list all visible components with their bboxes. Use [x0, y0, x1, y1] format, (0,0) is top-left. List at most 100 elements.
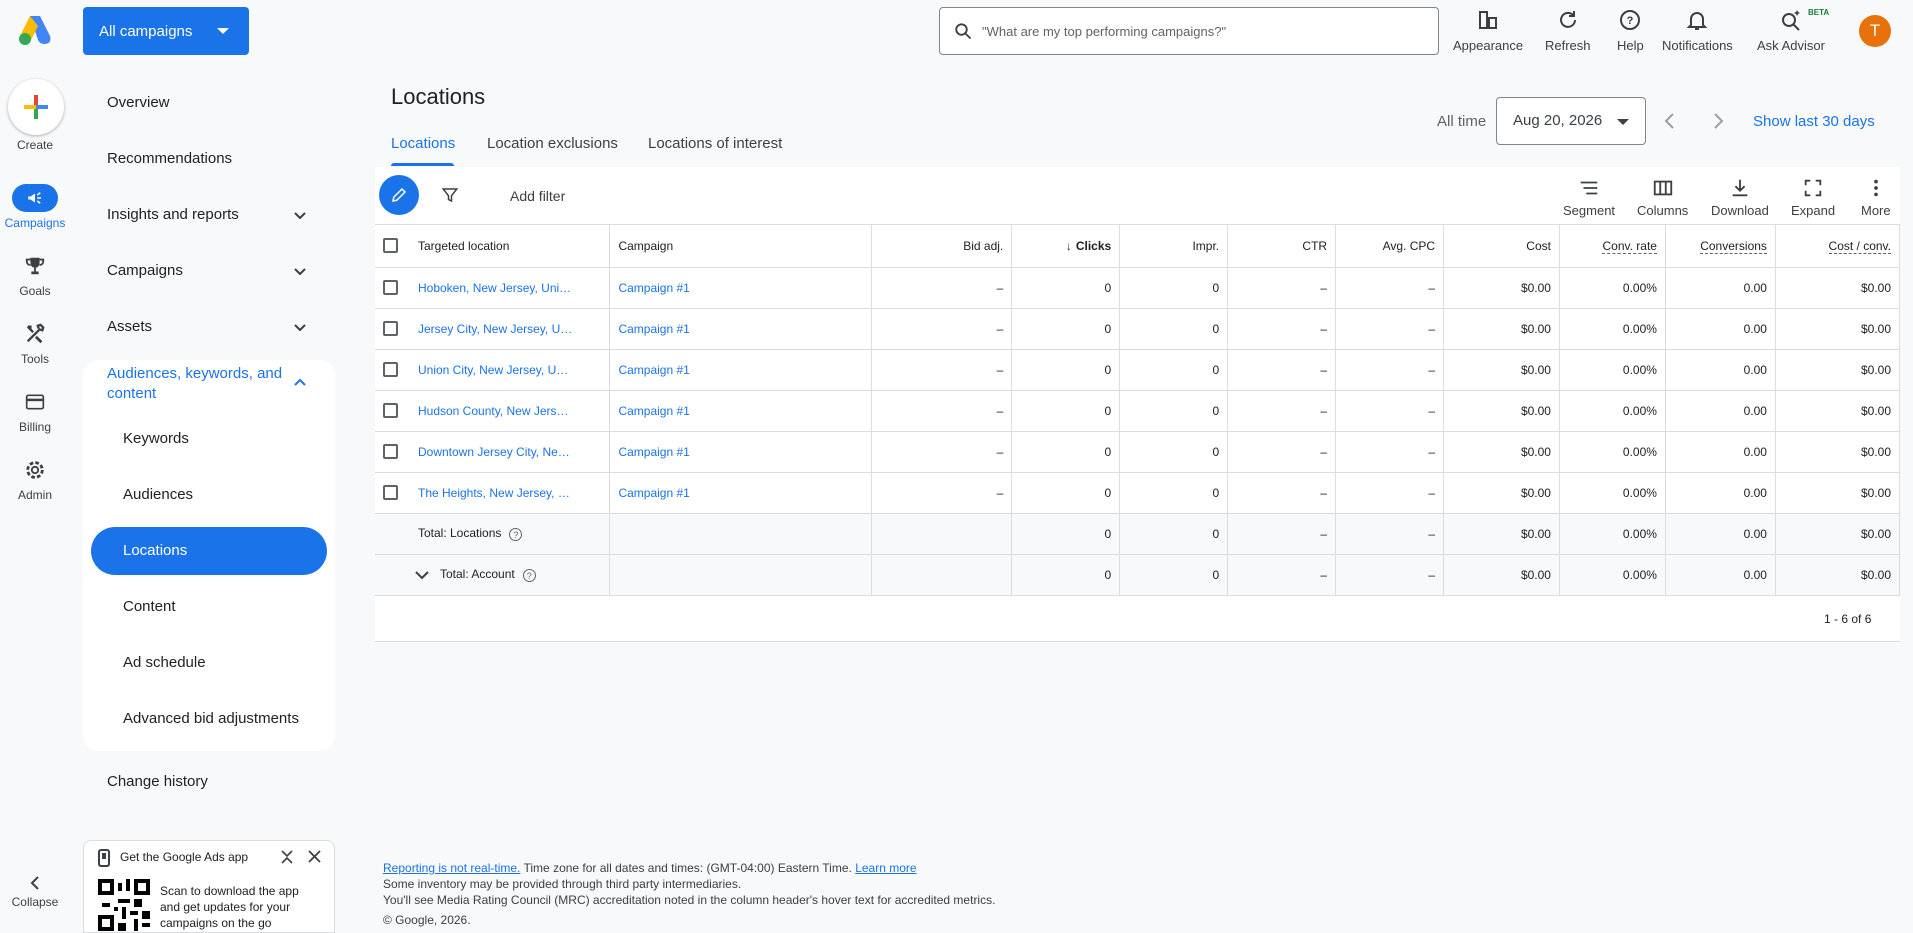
col-header-impr[interactable]: Impr. — [1119, 225, 1229, 268]
cell-campaign[interactable]: Campaign #1 — [609, 308, 873, 350]
row-checkbox[interactable] — [383, 321, 398, 337]
account-selector[interactable]: All campaigns — [83, 7, 249, 55]
row-checkbox-cell[interactable] — [375, 390, 410, 432]
row-checkbox[interactable] — [383, 444, 398, 460]
nav-advanced-bid-adjustments[interactable]: Advanced bid adjustments — [123, 710, 299, 727]
col-header-conversions[interactable]: Conversions — [1665, 225, 1776, 268]
nav-ad-schedule[interactable]: Ad schedule — [123, 654, 206, 671]
close-icon[interactable] — [308, 850, 321, 863]
nav-overview[interactable]: Overview — [107, 94, 170, 111]
reporting-not-real-time-link[interactable]: Reporting is not real-time. — [383, 861, 520, 875]
tab-location-exclusions[interactable]: Location exclusions — [487, 135, 618, 152]
col-header-clicks[interactable]: ↓ Clicks — [1011, 225, 1121, 268]
segment-button[interactable]: Segment — [1563, 177, 1615, 218]
refresh-button[interactable]: Refresh — [1545, 8, 1591, 53]
col-header-cost-per-conv[interactable]: Cost / conv. — [1775, 225, 1901, 268]
row-checkbox[interactable] — [383, 403, 398, 419]
collapse-arrows-icon[interactable] — [280, 849, 294, 865]
help-button[interactable]: ? Help — [1617, 8, 1644, 53]
cell-impr: 0 — [1119, 472, 1229, 514]
cell-campaign[interactable]: Campaign #1 — [609, 267, 873, 309]
cell-targeted-location[interactable]: Hudson County, New Jers… — [409, 390, 611, 432]
rail-item-admin[interactable]: Admin — [0, 456, 70, 502]
google-ads-logo[interactable] — [18, 14, 52, 46]
table-row[interactable]: Hudson County, New Jers… Campaign #1–0 0– –… — [375, 390, 1901, 432]
cell-campaign[interactable]: Campaign #1 — [609, 472, 873, 514]
cell-targeted-location[interactable]: Union City, New Jersey, U… — [409, 349, 611, 391]
cell-campaign[interactable]: Campaign #1 — [609, 390, 873, 432]
row-checkbox[interactable] — [383, 485, 398, 501]
columns-button[interactable]: Columns — [1637, 177, 1688, 218]
search-input[interactable]: "What are my top performing campaigns?" — [939, 7, 1439, 55]
appearance-button[interactable]: Appearance — [1453, 8, 1523, 53]
table-row[interactable]: Jersey City, New Jersey, U… Campaign #1–0… — [375, 308, 1901, 350]
nav-locations[interactable]: Locations — [123, 542, 187, 559]
nav-campaigns[interactable]: Campaigns — [107, 262, 183, 279]
chevron-up-icon[interactable] — [293, 375, 307, 389]
col-header-cost[interactable]: Cost — [1443, 225, 1560, 268]
chevron-down-icon[interactable] — [293, 321, 307, 335]
col-header-bid-adj[interactable]: Bid adj. — [871, 225, 1013, 268]
nav-insights[interactable]: Insights and reports — [107, 206, 239, 223]
help-circle-icon[interactable]: ? — [522, 568, 536, 582]
nav-content[interactable]: Content — [123, 598, 176, 615]
row-checkbox-cell[interactable] — [375, 472, 410, 514]
row-checkbox[interactable] — [383, 362, 398, 378]
chevron-left-icon[interactable] — [1662, 111, 1678, 131]
chevron-right-icon[interactable] — [1710, 111, 1726, 131]
nav-recommendations[interactable]: Recommendations — [107, 150, 232, 167]
row-checkbox-cell[interactable] — [375, 431, 410, 473]
cell-conv-rate: 0.00% — [1559, 472, 1666, 514]
nav-assets[interactable]: Assets — [107, 318, 152, 335]
table-row[interactable]: Downtown Jersey City, Ne… Campaign #1–0 0–… — [375, 431, 1901, 473]
tab-locations[interactable]: Locations — [391, 135, 455, 152]
chevron-down-icon[interactable] — [293, 265, 307, 279]
filter-icon[interactable] — [441, 186, 459, 204]
col-header-ctr[interactable]: CTR — [1227, 225, 1337, 268]
avatar[interactable]: T — [1859, 15, 1891, 47]
table-row[interactable]: The Heights, New Jersey, … Campaign #1–0 0… — [375, 472, 1901, 514]
col-header-conv-rate[interactable]: Conv. rate — [1559, 225, 1666, 268]
add-filter-button[interactable]: Add filter — [510, 188, 565, 204]
create-button[interactable] — [8, 79, 64, 135]
row-checkbox[interactable] — [383, 280, 398, 296]
rail-item-goals[interactable]: Goals — [0, 252, 70, 298]
notifications-button[interactable]: Notifications — [1662, 8, 1733, 53]
table-row[interactable]: Hoboken, New Jersey, Uni… Campaign #1–0 0–… — [375, 267, 1901, 309]
learn-more-link[interactable]: Learn more — [855, 861, 916, 875]
table-row[interactable]: Union City, New Jersey, U… Campaign #1–0 0… — [375, 349, 1901, 391]
edit-button[interactable] — [379, 175, 419, 215]
col-header-targeted-location[interactable]: Targeted location — [409, 225, 611, 268]
download-button[interactable]: Download — [1711, 177, 1769, 218]
col-header-avg-cpc[interactable]: Avg. CPC — [1335, 225, 1445, 268]
cell-campaign[interactable]: Campaign #1 — [609, 349, 873, 391]
nav-keywords[interactable]: Keywords — [123, 430, 189, 447]
more-button[interactable]: More — [1861, 177, 1891, 218]
date-range-picker[interactable]: Aug 20, 2026 — [1496, 97, 1646, 145]
select-all-checkbox[interactable] — [383, 238, 398, 254]
show-last-30-days-button[interactable]: Show last 30 days — [1753, 113, 1875, 130]
nav-change-history[interactable]: Change history — [107, 773, 208, 790]
expand-button[interactable]: Expand — [1791, 177, 1835, 218]
row-checkbox-cell[interactable] — [375, 308, 410, 350]
cell-clicks: 0 — [1011, 472, 1121, 514]
cell-targeted-location[interactable]: Hoboken, New Jersey, Uni… — [409, 267, 611, 309]
tab-locations-of-interest[interactable]: Locations of interest — [648, 135, 782, 152]
select-all-checkbox-cell[interactable] — [375, 225, 410, 268]
row-checkbox-cell[interactable] — [375, 267, 410, 309]
chevron-down-icon[interactable] — [293, 209, 307, 223]
chevron-down-icon[interactable] — [414, 569, 430, 581]
rail-item-billing[interactable]: Billing — [0, 388, 70, 434]
cell-targeted-location[interactable]: The Heights, New Jersey, … — [409, 472, 611, 514]
rail-item-tools[interactable]: Tools — [0, 320, 70, 366]
rail-item-campaigns[interactable]: Campaigns — [0, 184, 70, 230]
row-checkbox-cell[interactable] — [375, 349, 410, 391]
cell-targeted-location[interactable]: Jersey City, New Jersey, U… — [409, 308, 611, 350]
nav-audiences-keywords-content[interactable]: Audiences, keywords, and content — [107, 364, 282, 404]
cell-targeted-location[interactable]: Downtown Jersey City, Ne… — [409, 431, 611, 473]
col-header-campaign[interactable]: Campaign — [609, 225, 873, 268]
nav-audiences[interactable]: Audiences — [123, 486, 193, 503]
help-circle-icon[interactable]: ? — [509, 527, 523, 541]
cell-campaign[interactable]: Campaign #1 — [609, 431, 873, 473]
collapse-button[interactable]: Collapse — [0, 875, 70, 909]
